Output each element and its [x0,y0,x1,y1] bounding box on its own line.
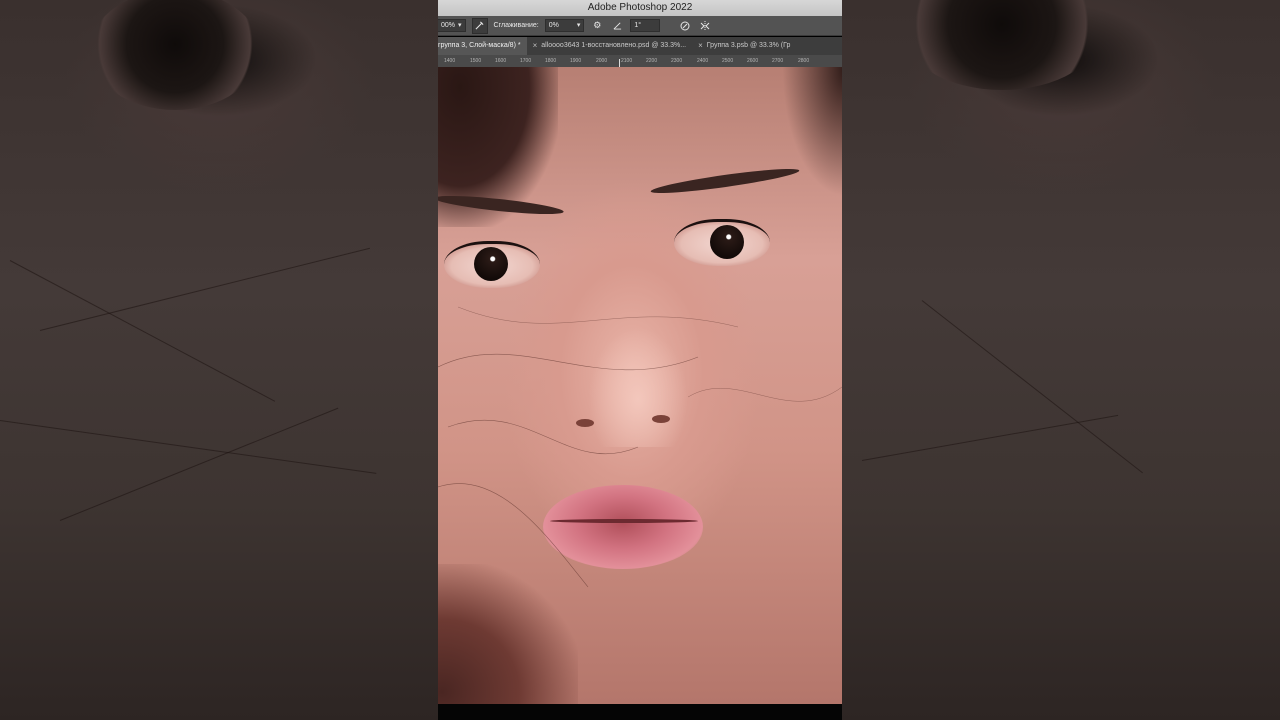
ruler-tick: 2300 [671,58,683,64]
close-icon[interactable]: × [533,37,538,55]
window-title: Adobe Photoshop 2022 [438,0,842,16]
blurred-eye-right [902,0,1102,90]
ruler-tick: 1600 [495,58,507,64]
ruler-tick: 2400 [697,58,709,64]
angle-icon [610,19,624,33]
document-canvas[interactable] [438,67,842,704]
ruler-tick: 1900 [570,58,582,64]
ruler-tick: 2500 [722,58,734,64]
ruler-tick: 2600 [747,58,759,64]
settings-gear-icon[interactable]: ⚙ [590,19,604,33]
hair-strands-overlay [438,306,842,588]
smoothing-field[interactable]: 0% ▾ [544,19,585,32]
ruler-tick: 1700 [520,58,532,64]
tab-label: alloooo3643 1-восстановлено.psd @ 33.3%.… [541,42,687,49]
tab-label: группа 3, Слой-маска/8) * [438,42,521,49]
tab-label: Группа 3.psb @ 33.3% (Гр [706,42,791,49]
blurred-hair-strand [0,420,377,474]
document-tab-bar: группа 3, Слой-маска/8) * × alloooo3643 … [438,37,842,55]
ruler-tick: 1500 [470,58,482,64]
close-icon[interactable]: × [698,37,703,55]
tool-options-bar: 00% ▾ Сглаживание: 0% ▾ ⚙ 1° [438,16,842,36]
angle-value: 1° [634,22,642,29]
ruler-tick: 2200 [646,58,658,64]
ruler-tick: 2800 [798,58,810,64]
status-strip [438,704,842,720]
blurred-hair-strand [39,247,371,331]
chevron-down-icon: ▾ [576,22,581,29]
blurred-eye-left [90,0,260,110]
blurred-hair-strand [59,407,339,521]
smoothing-label: Сглаживание: [493,22,539,29]
photoshop-window: Adobe Photoshop 2022 00% ▾ Сглаживание: … [438,0,842,720]
ruler-tick: 2100 [621,58,633,64]
tab-document-2[interactable]: × alloooo3643 1-восстановлено.psd @ 33.3… [527,37,693,55]
ruler-tick: 2000 [596,58,608,64]
chevron-down-icon: ▾ [458,22,462,29]
pressure-size-icon[interactable] [678,19,692,33]
smoothing-value: 0% [548,22,559,29]
symmetry-icon[interactable] [698,19,712,33]
angle-field[interactable]: 1° [630,19,661,32]
blurred-hair-strand [921,300,1143,474]
brush-pressure-icon[interactable] [471,17,488,34]
blurred-hair-strand [861,414,1119,461]
ruler-tick: 1400 [444,58,456,64]
tab-active-document[interactable]: группа 3, Слой-маска/8) * [438,37,527,55]
opacity-field[interactable]: 00% ▾ [438,19,466,32]
blurred-background-right [842,0,1280,720]
tab-document-3[interactable]: × Группа 3.psb @ 33.3% (Гр [692,37,796,55]
ruler-tick: 1800 [545,58,557,64]
opacity-value: 00% [441,22,456,29]
blurred-background-left [0,0,438,720]
ruler-cursor-marker [619,59,620,67]
ruler-tick: 2700 [772,58,784,64]
